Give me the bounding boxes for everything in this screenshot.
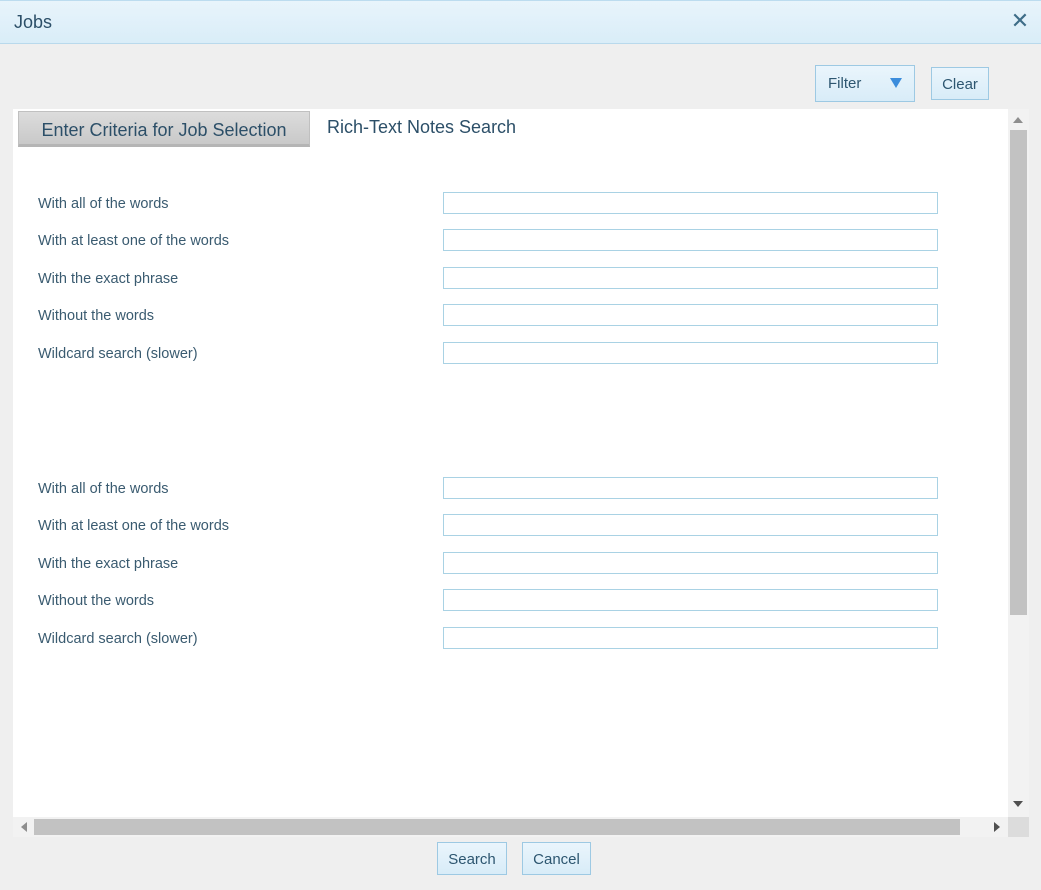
scrollbar-corner xyxy=(1008,817,1029,837)
tab-enter-criteria[interactable]: Enter Criteria for Job Selection xyxy=(18,111,310,147)
all-words-input[interactable] xyxy=(443,192,938,214)
criteria-row: With at least one of the words xyxy=(13,514,1008,538)
field-label: Wildcard search (slower) xyxy=(38,346,198,362)
criteria-row: Without the words xyxy=(13,589,1008,613)
filter-button[interactable]: Filter xyxy=(815,65,915,102)
any-words-input[interactable] xyxy=(443,514,938,536)
field-label: With at least one of the words xyxy=(38,518,230,534)
scroll-right-icon[interactable] xyxy=(994,822,1000,832)
vertical-scroll-thumb[interactable] xyxy=(1010,130,1027,615)
jobs-dialog: Jobs ✕ Filter Clear Enter Criteria for J… xyxy=(0,0,1041,890)
horizontal-scrollbar[interactable] xyxy=(13,817,1008,837)
scroll-down-icon[interactable] xyxy=(1013,801,1023,807)
close-icon[interactable]: ✕ xyxy=(1009,9,1031,33)
criteria-row: With all of the words xyxy=(13,192,1008,216)
field-label: With at least one of the words xyxy=(38,233,230,249)
without-words-input[interactable] xyxy=(443,304,938,326)
criteria-row: Without the words xyxy=(13,304,1008,328)
wildcard-search-input[interactable] xyxy=(443,627,938,649)
clear-button[interactable]: Clear xyxy=(931,67,989,100)
criteria-row: With the exact phrase xyxy=(13,267,1008,291)
field-label: Without the words xyxy=(38,308,155,324)
criteria-row: Wildcard search (slower) xyxy=(13,342,1008,366)
field-label: Without the words xyxy=(38,593,155,609)
criteria-row: With all of the words xyxy=(13,477,1008,501)
search-button-label: Search xyxy=(448,851,496,868)
field-label: Wildcard search (slower) xyxy=(38,631,198,647)
without-words-input[interactable] xyxy=(443,589,938,611)
clear-button-label: Clear xyxy=(942,76,978,93)
criteria-panel: Enter Criteria for Job Selection Rich-Te… xyxy=(13,109,1008,817)
vertical-scrollbar[interactable] xyxy=(1008,109,1029,817)
wildcard-search-input[interactable] xyxy=(443,342,938,364)
any-words-input[interactable] xyxy=(443,229,938,251)
all-words-input[interactable] xyxy=(443,477,938,499)
horizontal-scroll-thumb[interactable] xyxy=(34,819,960,835)
exact-phrase-input[interactable] xyxy=(443,267,938,289)
criteria-row: With the exact phrase xyxy=(13,552,1008,576)
scroll-left-icon[interactable] xyxy=(21,822,27,832)
criteria-row: With at least one of the words xyxy=(13,229,1008,253)
field-label: With the exact phrase xyxy=(38,556,179,572)
cancel-button-label: Cancel xyxy=(533,851,580,868)
tab-rich-text-notes-search[interactable]: Rich-Text Notes Search xyxy=(327,109,557,145)
field-label: With all of the words xyxy=(38,481,169,497)
scroll-up-icon[interactable] xyxy=(1013,117,1023,123)
filter-button-label: Filter xyxy=(828,75,862,92)
title-bar: Jobs ✕ xyxy=(0,0,1041,44)
cancel-button[interactable]: Cancel xyxy=(522,842,591,875)
field-label: With all of the words xyxy=(38,196,169,212)
dialog-title: Jobs xyxy=(14,12,53,32)
field-label: With the exact phrase xyxy=(38,271,179,287)
search-button[interactable]: Search xyxy=(437,842,507,875)
exact-phrase-input[interactable] xyxy=(443,552,938,574)
criteria-row: Wildcard search (slower) xyxy=(13,627,1008,651)
dropdown-arrow-icon xyxy=(890,78,902,88)
